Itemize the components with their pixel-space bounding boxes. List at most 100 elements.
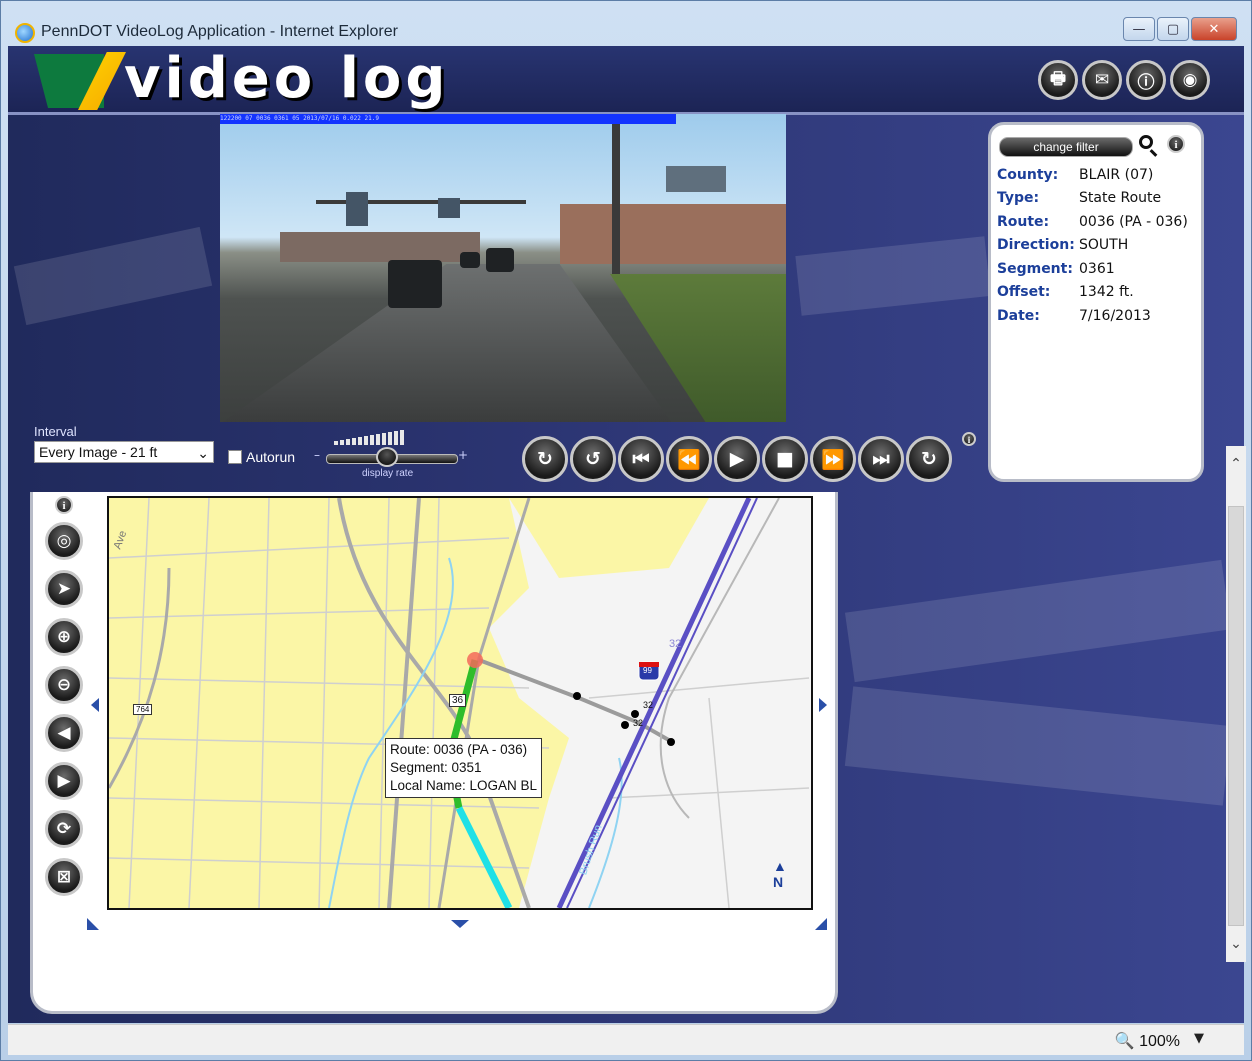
app-header: video log 🖶 ✉ ⓘ ◉	[8, 46, 1244, 115]
map-panel: i ◎ ➤ ⊕ ⊖ ◀ ▶ ⟳ ⊠ 99 36 764 32 32 32 Ave…	[30, 492, 838, 1014]
info-icon[interactable]: i	[55, 496, 73, 514]
globe-icon[interactable]: ◉	[1170, 60, 1210, 100]
first-frame-icon[interactable]: ⏮	[618, 436, 664, 482]
zoom-out-icon[interactable]: ⊖	[45, 666, 83, 704]
info-value: 7/16/2013	[1079, 307, 1151, 324]
search-icon[interactable]	[1139, 135, 1153, 149]
clear-selection-icon[interactable]: ⊠	[45, 858, 83, 896]
display-rate-label: display rate	[362, 468, 414, 479]
video-frame: 122200 07 0036 0361 05 2013/07/16 0.022 …	[220, 114, 786, 422]
scroll-down-icon[interactable]: ⌄	[1226, 934, 1246, 954]
route-36-label: 36	[449, 694, 467, 707]
stop-icon[interactable]: ■	[762, 436, 808, 482]
zoom-magnifier-icon: 🔍	[1114, 1033, 1135, 1050]
zoom-previous-icon[interactable]: ◀	[45, 714, 83, 752]
title-bar: PennDOT VideoLog Application - Internet …	[1, 1, 1251, 47]
fast-forward-icon[interactable]: ⏩	[810, 436, 856, 482]
info-key: Route:	[997, 213, 1050, 230]
building-image	[560, 204, 786, 264]
change-filter-button[interactable]: change filter	[999, 137, 1133, 157]
chevron-down-icon: ⌄	[197, 445, 209, 461]
road-sign-image	[438, 198, 460, 218]
app-logo-text: video log	[124, 46, 450, 111]
zoom-level[interactable]: 🔍 100%	[1115, 1031, 1180, 1051]
play-icon[interactable]: ▶	[714, 436, 760, 482]
tooltip-local-name: Local Name: LOGAN BL	[390, 778, 538, 793]
info-value: BLAIR (07)	[1079, 166, 1154, 183]
route-node	[621, 721, 629, 729]
email-icon[interactable]: ✉	[1082, 60, 1122, 100]
info-key: Date:	[997, 307, 1040, 324]
info-value: State Route	[1079, 190, 1162, 207]
building-image	[280, 232, 480, 262]
road-sign-image	[346, 192, 368, 226]
ie-icon	[15, 23, 35, 43]
display-rate-plus[interactable]: +	[458, 448, 468, 462]
route-node	[573, 692, 581, 700]
close-button[interactable]: ✕	[1191, 17, 1237, 41]
autorun-label: Autorun	[246, 449, 296, 465]
route-32-label: 32	[643, 700, 654, 710]
zoom-next-icon[interactable]: ▶	[45, 762, 83, 800]
info-icon[interactable]: ⓘ	[1126, 60, 1166, 100]
last-frame-icon[interactable]: ⏭	[858, 436, 904, 482]
zoom-dropdown-icon[interactable]: ▼	[1194, 1031, 1204, 1046]
info-key: County:	[997, 166, 1059, 183]
pan-down-icon[interactable]	[451, 920, 469, 928]
info-row-date: Date: 7/16/2013	[997, 304, 1188, 328]
playback-info-icon[interactable]: i	[962, 432, 976, 446]
display-rate-slider-handle[interactable]	[376, 447, 398, 467]
reverse-icon[interactable]: ↺	[570, 436, 616, 482]
tooltip-segment: Segment: 0351	[390, 760, 482, 775]
pan-left-icon[interactable]	[91, 698, 99, 712]
info-row-type: Type: State Route	[997, 187, 1188, 211]
interval-value: Every Image - 21 ft	[39, 444, 158, 460]
minimize-button[interactable]: —	[1123, 17, 1155, 41]
billboard-image	[666, 166, 726, 192]
filmstrip-decoration	[795, 236, 991, 316]
reload-icon[interactable]: ↻	[522, 436, 568, 482]
filmstrip-decoration	[13, 226, 213, 326]
tooltip-route: Route: 0036 (PA - 036)	[390, 742, 528, 757]
scroll-up-icon[interactable]: ⌃	[1226, 454, 1246, 474]
maximize-button[interactable]: ▢	[1157, 17, 1189, 41]
info-value: 0036 (PA - 036)	[1079, 213, 1188, 230]
redo-icon[interactable]: ↻	[906, 436, 952, 482]
info-value: 0361	[1079, 260, 1115, 277]
refresh-icon[interactable]: ⟳	[45, 810, 83, 848]
pan-right-icon[interactable]	[819, 698, 827, 712]
north-label: N	[773, 874, 784, 890]
display-rate-minus[interactable]: –	[314, 448, 320, 462]
route-node	[667, 738, 675, 746]
pole-image	[612, 124, 620, 274]
location-info-panel: change filter i County: BLAIR (07) Type: S…	[988, 122, 1204, 482]
pan-southeast-icon[interactable]	[815, 918, 827, 930]
info-row-offset: Offset: 1342 ft.	[997, 281, 1188, 305]
info-key: Type:	[997, 190, 1040, 207]
select-arrow-icon[interactable]: ➤	[45, 570, 83, 608]
route-node	[631, 710, 639, 718]
zoom-in-icon[interactable]: ⊕	[45, 618, 83, 656]
info-icon[interactable]: i	[1167, 135, 1185, 153]
window-title: PennDOT VideoLog Application - Internet …	[41, 23, 398, 40]
status-bar: 🔍 100% ▼	[8, 1024, 1244, 1055]
info-row-county: County: BLAIR (07)	[997, 163, 1188, 187]
map-view[interactable]: 99 36 764 32 32 32 Ave Brush Run Route: …	[107, 496, 813, 910]
info-key: Offset:	[997, 284, 1051, 301]
scroll-thumb[interactable]	[1228, 506, 1244, 926]
interstate-99-label: 99	[643, 666, 652, 675]
pan-southwest-icon[interactable]	[87, 918, 99, 930]
info-key: Direction:	[997, 237, 1075, 254]
route-764-label: 764	[133, 704, 153, 715]
print-icon[interactable]: 🖶	[1038, 60, 1078, 100]
route-32-label: 32	[633, 718, 644, 728]
autorun-checkbox[interactable]	[228, 450, 242, 464]
playback-controls: ↻ ↺ ⏮ ⏪ ▶ ■ ⏩ ⏭ ↻	[522, 436, 952, 482]
route-32-label: 32	[669, 638, 682, 650]
rewind-icon[interactable]: ⏪	[666, 436, 712, 482]
window-controls: — ▢ ✕	[1123, 17, 1237, 41]
full-extent-icon[interactable]: ◎	[45, 522, 83, 560]
urban-area	[109, 498, 569, 908]
vertical-scrollbar[interactable]: ⌃ ⌄	[1226, 446, 1246, 962]
interval-select[interactable]: Every Image - 21 ft ⌄	[34, 441, 214, 463]
